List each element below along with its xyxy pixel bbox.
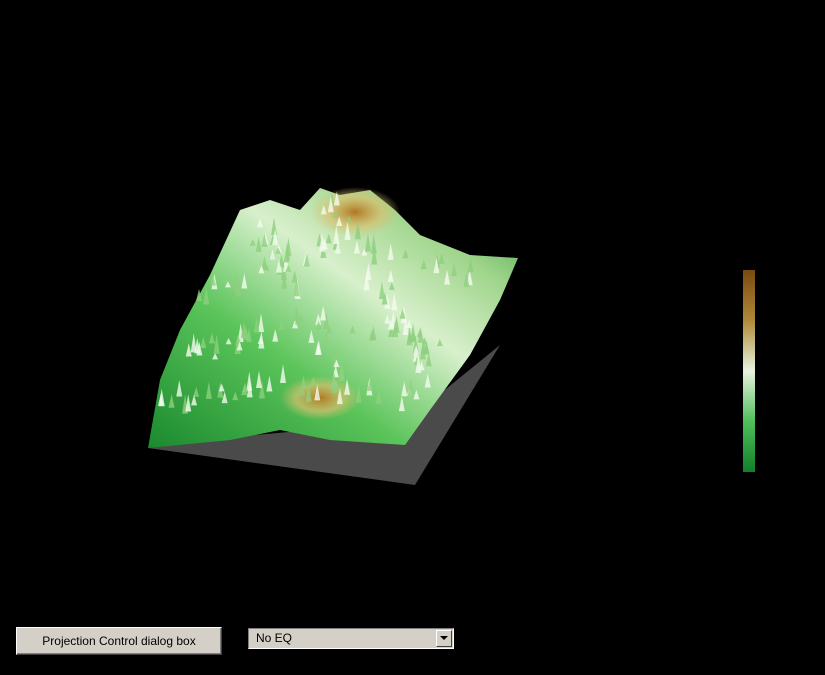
terrain-render bbox=[148, 187, 518, 485]
chevron-down-icon[interactable] bbox=[436, 630, 452, 647]
eq-dropdown-value: No EQ bbox=[251, 630, 434, 647]
3d-terrain-viewport[interactable] bbox=[0, 0, 825, 675]
elevation-colorbar bbox=[743, 270, 755, 472]
projection-control-button[interactable]: Projection Control dialog box bbox=[16, 627, 222, 655]
terrain-peak bbox=[280, 376, 360, 420]
eq-dropdown[interactable]: No EQ bbox=[248, 628, 454, 649]
